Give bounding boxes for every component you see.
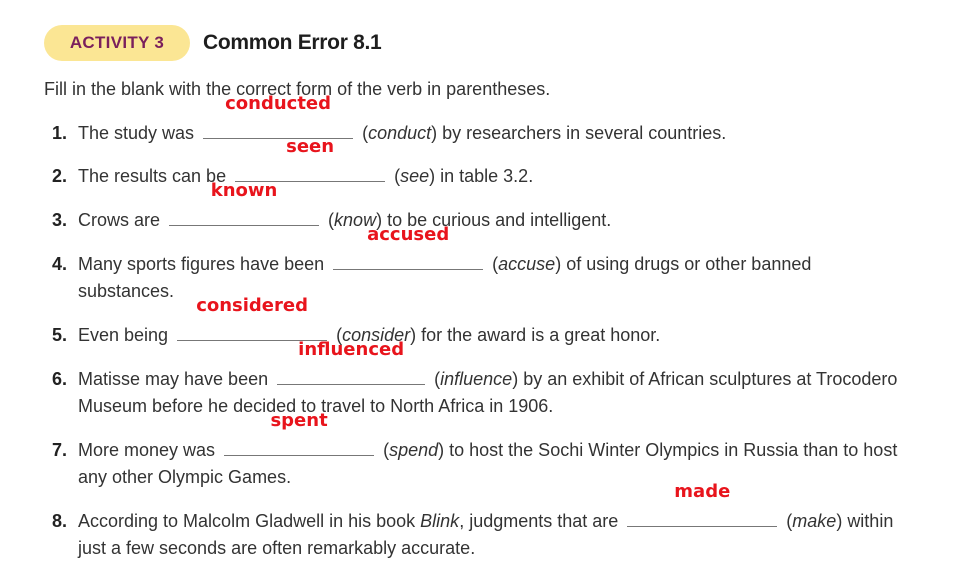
answer-text: made: [674, 481, 731, 502]
answer-text: conducted: [225, 93, 332, 114]
item-text-after: in table 3.2.: [440, 166, 534, 186]
exercise-item-3: 3. Crows are known (know) to be curious …: [52, 180, 952, 234]
item-text-continued: just a few seconds are often remarkably …: [78, 538, 476, 558]
answer-text: influenced: [298, 339, 405, 360]
answer-blank[interactable]: accused: [333, 224, 484, 270]
verb-hint: accuse: [498, 254, 556, 274]
item-text-after: by researchers in several countries.: [442, 123, 727, 143]
verb-hint: see: [400, 166, 430, 186]
page-title: Common Error 8.1: [203, 31, 382, 54]
verb-hint: influence: [440, 369, 513, 389]
item-text-before: Matisse may have been: [78, 369, 269, 389]
answer-text: accused: [367, 224, 450, 245]
item-text-before: More money was: [78, 440, 216, 460]
item-text-after: to host the Sochi Winter Olympics in Rus…: [449, 440, 898, 460]
exercise-item-6: 6. Matisse may have been influenced (inf…: [52, 339, 952, 420]
item-number: 3.: [52, 210, 68, 230]
item-text-before: Even being: [78, 325, 169, 345]
verb-hint: make: [792, 511, 837, 531]
item-number: 4.: [52, 254, 68, 274]
item-number: 8.: [52, 511, 68, 531]
book-title: Blink: [420, 511, 460, 531]
item-text-before: The study was: [78, 123, 195, 143]
item-text-before: Crows are: [78, 210, 161, 230]
item-number: 2.: [52, 166, 68, 186]
activity-badge-label: ACTIVITY 3: [69, 33, 165, 52]
activity-badge: ACTIVITY 3: [44, 25, 190, 61]
item-number: 7.: [52, 440, 68, 460]
exercise-item-5: 5. Even being considered (consider) for …: [52, 295, 952, 349]
answer-blank[interactable]: known: [169, 180, 320, 226]
verb-hint: spend: [389, 440, 439, 460]
item-text-before: Many sports figures have been: [78, 254, 325, 274]
item-text-after: within: [847, 511, 894, 531]
exercise-item-8: 8. According to Malcolm Gladwell in his …: [52, 481, 952, 562]
answer-blank[interactable]: spent: [224, 410, 375, 456]
answer-blank[interactable]: influenced: [277, 339, 426, 385]
item-text-before: According to Malcolm Gladwell in his boo…: [78, 511, 416, 531]
item-number: 1.: [52, 123, 68, 143]
item-text-continued: substances.: [78, 281, 175, 301]
item-text-after: of using drugs or other banned: [566, 254, 812, 274]
answer-text: seen: [286, 136, 335, 157]
answer-blank[interactable]: made: [627, 481, 778, 527]
answer-text: known: [210, 180, 278, 201]
answer-text: spent: [270, 410, 328, 431]
item-text-continued: any other Olympic Games.: [78, 467, 292, 487]
exercise-item-1: 1. The study was conducted (conduct) by …: [52, 93, 952, 147]
item-text-after: for the award is a great honor.: [421, 325, 661, 345]
item-number: 6.: [52, 369, 68, 389]
item-text-before-cont: , judgments that are: [459, 511, 619, 531]
item-text-after: by an exhibit of African sculptures at T…: [523, 369, 898, 389]
exercise-item-7: 7. More money was spent (spend) to host …: [52, 410, 952, 491]
answer-text: considered: [196, 295, 308, 316]
item-number: 5.: [52, 325, 68, 345]
